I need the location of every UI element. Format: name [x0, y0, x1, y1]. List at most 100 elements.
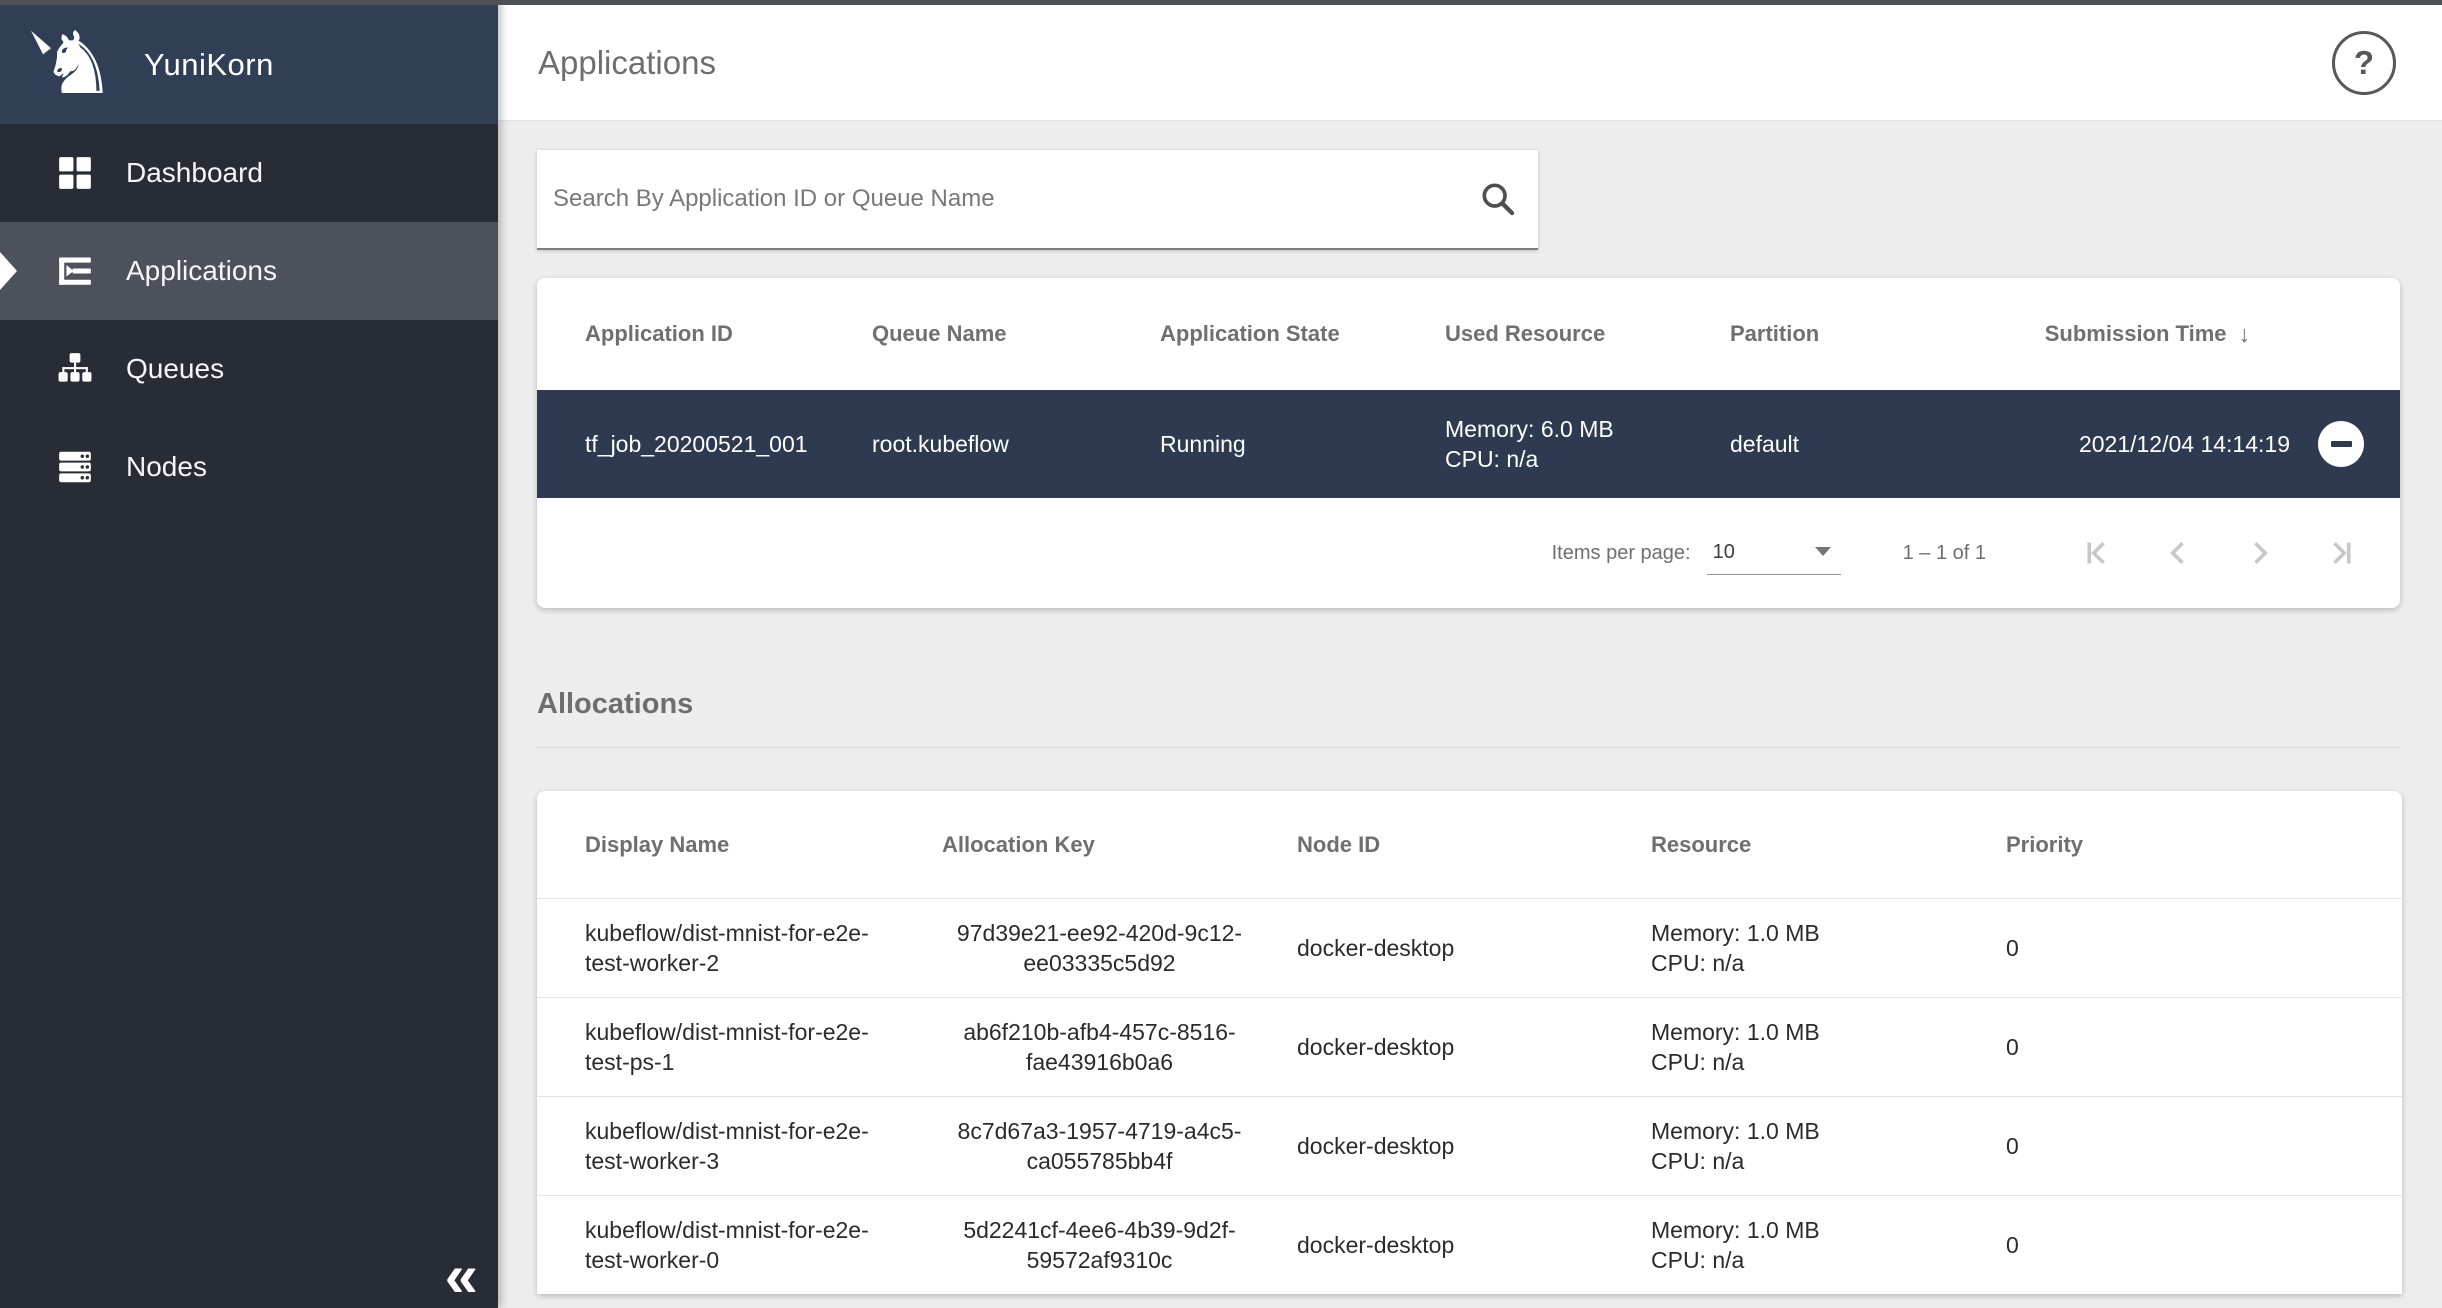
resource-cell: Memory: 1.0 MB CPU: n/a	[1651, 1215, 2006, 1275]
used-resource-cpu: CPU: n/a	[1445, 446, 1539, 472]
nodes-icon	[56, 448, 94, 486]
priority-cell: 0	[2006, 934, 2019, 961]
display-name-cell: kubeflow/dist-mnist-for-e2e- test-worker…	[537, 1116, 942, 1176]
last-page-button[interactable]	[2324, 535, 2360, 571]
window-top-strip	[0, 0, 2442, 5]
display-name-line: test-worker-3	[585, 1148, 720, 1174]
queue-name-cell: root.kubeflow	[872, 430, 1009, 457]
resource-memory: Memory: 1.0 MB	[1651, 1118, 1820, 1144]
priority-cell: 0	[2006, 1231, 2019, 1258]
resource-cpu: CPU: n/a	[1651, 1049, 1745, 1075]
display-name-cell: kubeflow/dist-mnist-for-e2e- test-worker…	[537, 1215, 942, 1275]
node-id-cell: docker-desktop	[1297, 1033, 1455, 1060]
allocation-key-cell: ab6f210b-afb4-457c-8516- fae43916b0a6	[942, 1017, 1297, 1077]
dashboard-icon	[56, 154, 94, 192]
main-area: Applications ? Application ID Queue Name…	[498, 0, 2442, 1308]
selected-item-arrow	[0, 252, 17, 290]
resource-cell: Memory: 1.0 MB CPU: n/a	[1651, 1017, 2006, 1077]
priority-cell: 0	[2006, 1132, 2019, 1159]
node-id-cell: docker-desktop	[1297, 934, 1455, 961]
column-header-application-state[interactable]: Application State	[1160, 321, 1445, 347]
allocation-row[interactable]: kubeflow/dist-mnist-for-e2e- test-worker…	[537, 1096, 2402, 1195]
allocation-row[interactable]: kubeflow/dist-mnist-for-e2e- test-ps-1 a…	[537, 997, 2402, 1096]
sidebar-item-label: Nodes	[126, 451, 207, 482]
queues-icon	[56, 350, 94, 388]
column-header-used-resource[interactable]: Used Resource	[1445, 321, 1730, 347]
column-header-queue-name[interactable]: Queue Name	[872, 321, 1160, 347]
resource-cell: Memory: 1.0 MB CPU: n/a	[1651, 918, 2006, 978]
allocation-key-line: 59572af9310c	[1026, 1247, 1173, 1273]
sidebar-item-label: Dashboard	[126, 157, 263, 188]
previous-page-button[interactable]	[2160, 535, 2196, 571]
allocation-row[interactable]: kubeflow/dist-mnist-for-e2e- test-worker…	[537, 898, 2402, 997]
sidebar-item-applications[interactable]: Applications	[0, 222, 498, 320]
brand: ♞ YuniKorn	[0, 0, 498, 124]
first-page-button[interactable]	[2078, 535, 2114, 571]
resource-cell: Memory: 1.0 MB CPU: n/a	[1651, 1116, 2006, 1176]
used-resource-cell: Memory: 6.0 MB CPU: n/a	[1445, 414, 1730, 474]
search-icon[interactable]	[1478, 179, 1518, 219]
next-page-button[interactable]	[2242, 535, 2278, 571]
display-name-line: kubeflow/dist-mnist-for-e2e-	[585, 1217, 869, 1243]
application-row[interactable]: tf_job_20200521_001 root.kubeflow Runnin…	[537, 390, 2400, 498]
column-header-resource[interactable]: Resource	[1651, 832, 2006, 858]
column-header-node-id[interactable]: Node ID	[1297, 832, 1651, 858]
chevron-down-icon	[1814, 547, 1831, 556]
allocation-key-line: ca055785bb4f	[1026, 1148, 1173, 1174]
applications-table: Application ID Queue Name Application St…	[537, 278, 2400, 608]
submission-time-cell: 2021/12/04 14:14:19	[2017, 421, 2400, 467]
search-bar	[537, 150, 1538, 250]
items-per-page-select[interactable]: 10	[1706, 531, 1841, 575]
sidebar-collapse-button[interactable]: «	[445, 1246, 478, 1306]
resource-memory: Memory: 1.0 MB	[1651, 1217, 1820, 1243]
display-name-cell: kubeflow/dist-mnist-for-e2e- test-ps-1	[537, 1017, 942, 1077]
node-id-cell: docker-desktop	[1297, 1231, 1455, 1258]
submission-time-label: Submission Time	[2044, 321, 2227, 346]
column-header-allocation-key[interactable]: Allocation Key	[942, 832, 1297, 858]
allocations-table: Display Name Allocation Key Node ID Reso…	[537, 791, 2402, 1294]
allocation-key-cell: 5d2241cf-4ee6-4b39-9d2f- 59572af9310c	[942, 1215, 1297, 1275]
items-per-page-value: 10	[1712, 541, 1735, 563]
allocation-key-line: 97d39e21-ee92-420d-9c12-	[956, 920, 1243, 946]
allocations-section-title: Allocations	[537, 688, 694, 720]
paginator-range-label: 1 – 1 of 1	[1902, 541, 1986, 564]
display-name-line: kubeflow/dist-mnist-for-e2e-	[585, 1019, 869, 1045]
help-button[interactable]: ?	[2332, 30, 2396, 95]
resource-cpu: CPU: n/a	[1651, 1247, 1745, 1273]
priority-cell: 0	[2006, 1033, 2019, 1060]
unicorn-horn	[27, 27, 51, 55]
allocation-key-cell: 8c7d67a3-1957-4719-a4c5- ca055785bb4f	[942, 1116, 1297, 1176]
sidebar-nav: Dashboard Applications Queues Nodes	[0, 124, 498, 516]
allocation-row[interactable]: kubeflow/dist-mnist-for-e2e- test-worker…	[537, 1195, 2402, 1294]
allocation-key-line: ee03335c5d92	[1023, 950, 1176, 976]
allocation-key-line: fae43916b0a6	[1025, 1049, 1174, 1075]
question-mark-icon: ?	[2353, 43, 2375, 81]
display-name-line: kubeflow/dist-mnist-for-e2e-	[585, 920, 869, 946]
sidebar-item-queues[interactable]: Queues	[0, 320, 498, 418]
allocations-table-header: Display Name Allocation Key Node ID Reso…	[537, 791, 2402, 898]
sidebar-item-label: Applications	[126, 255, 277, 286]
applications-table-header: Application ID Queue Name Application St…	[537, 278, 2400, 390]
column-header-submission-time[interactable]: Submission Time ↓	[2017, 321, 2400, 348]
page-header: Applications ?	[498, 0, 2442, 121]
resource-memory: Memory: 1.0 MB	[1651, 1019, 1820, 1045]
display-name-line: test-worker-2	[585, 950, 720, 976]
display-name-line: test-worker-0	[585, 1247, 720, 1273]
sidebar-item-label: Queues	[126, 353, 225, 384]
sidebar-item-nodes[interactable]: Nodes	[0, 418, 498, 516]
column-header-display-name[interactable]: Display Name	[537, 832, 942, 858]
column-header-partition[interactable]: Partition	[1730, 321, 2017, 347]
column-header-application-id[interactable]: Application ID	[537, 321, 872, 347]
page-content: Application ID Queue Name Application St…	[498, 121, 2442, 1308]
resource-memory: Memory: 1.0 MB	[1651, 920, 1820, 946]
collapse-row-minus-icon[interactable]	[2318, 421, 2364, 467]
allocations-divider	[537, 747, 2400, 748]
display-name-line: kubeflow/dist-mnist-for-e2e-	[585, 1118, 869, 1144]
allocation-key-line: 5d2241cf-4ee6-4b39-9d2f-	[963, 1217, 1236, 1243]
allocation-key-cell: 97d39e21-ee92-420d-9c12- ee03335c5d92	[942, 918, 1297, 978]
sidebar-item-dashboard[interactable]: Dashboard	[0, 124, 498, 222]
search-input[interactable]	[553, 185, 1478, 213]
column-header-priority[interactable]: Priority	[2006, 832, 2402, 858]
pager-buttons	[2078, 535, 2360, 571]
resource-cpu: CPU: n/a	[1651, 1148, 1745, 1174]
